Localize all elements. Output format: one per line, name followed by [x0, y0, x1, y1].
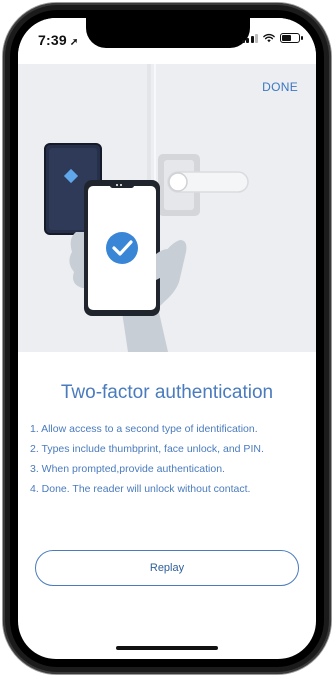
status-time-text: 7:39: [38, 32, 67, 48]
location-arrow-icon: ➚: [69, 37, 79, 48]
wifi-icon: [263, 33, 275, 43]
two-factor-illustration: [18, 64, 316, 352]
page-title: Two-factor authentication: [60, 382, 274, 403]
home-indicator: [116, 646, 218, 650]
status-time: 7:39 ➚: [38, 32, 78, 48]
app-screen: 7:39 ➚ DONE Two-factor authentication 1.…: [18, 18, 316, 659]
step-item: 2. Types include thumbprint, face unlock…: [30, 443, 264, 455]
status-icons: [241, 33, 303, 43]
cellular-signal-icon: [241, 33, 258, 43]
step-item: 3. When prompted,provide authentication.: [30, 463, 225, 475]
status-bar: 7:39 ➚: [18, 18, 316, 64]
step-item: 1. Allow access to a second type of iden…: [30, 423, 258, 435]
done-button[interactable]: DONE: [262, 80, 298, 94]
battery-icon: [280, 33, 303, 43]
replay-button[interactable]: Replay: [35, 550, 299, 586]
checkmark-circle-icon: [106, 232, 138, 264]
steps-list: 1. Allow access to a second type of iden…: [30, 419, 308, 499]
step-item: 4. Done. The reader will unlock without …: [30, 483, 251, 495]
hero-illustration: DONE: [18, 64, 316, 352]
notch: [86, 18, 250, 48]
